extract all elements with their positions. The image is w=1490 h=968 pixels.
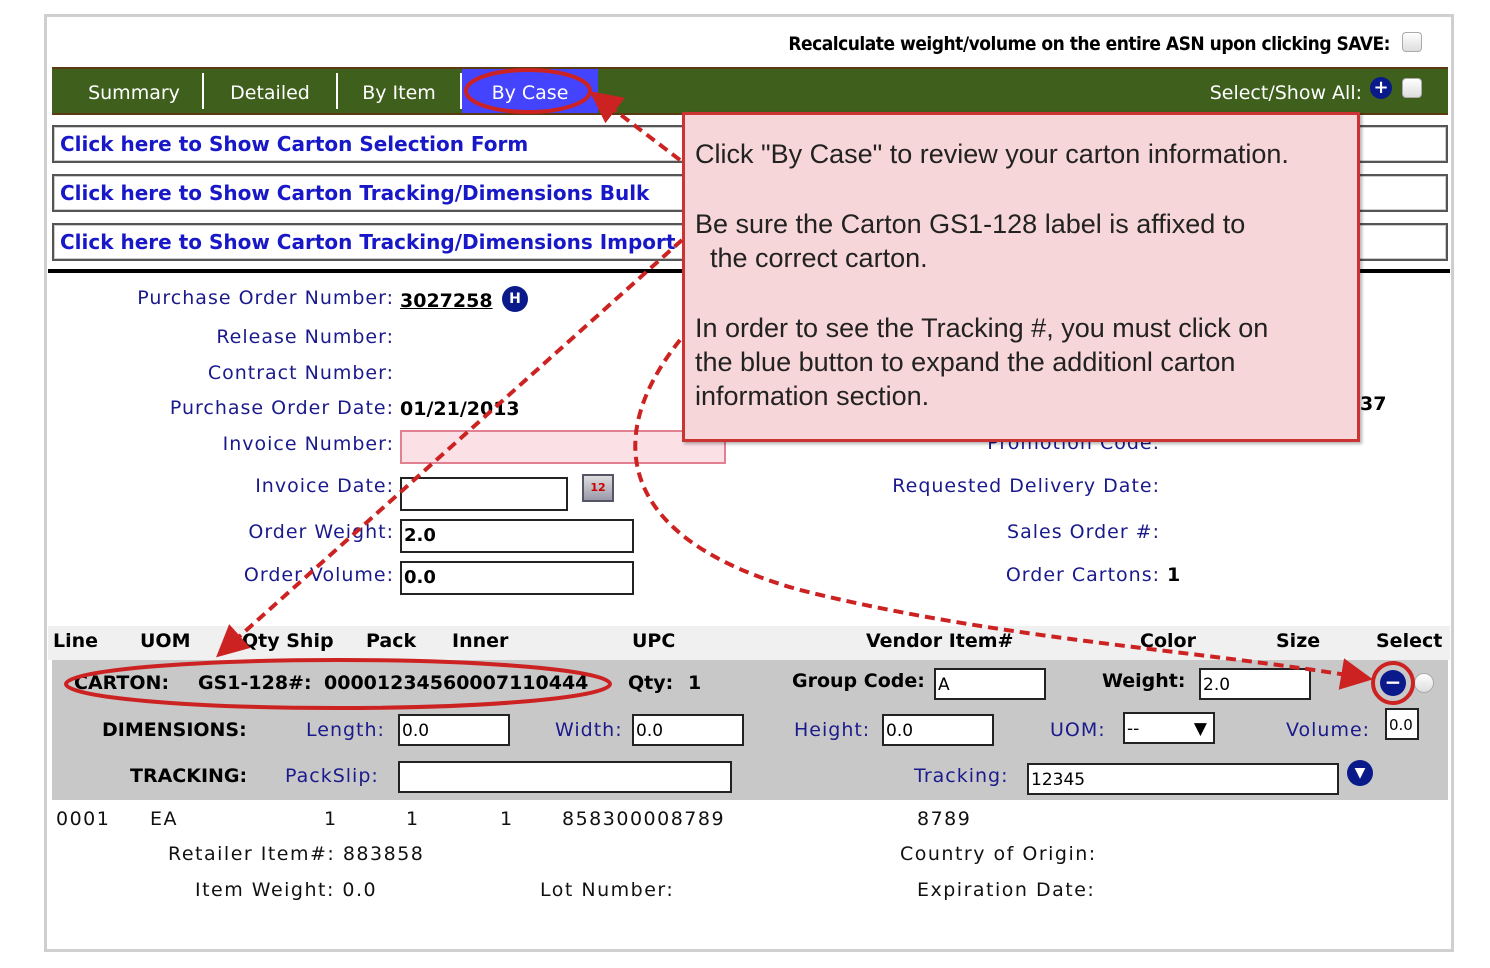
button-highlight: [1371, 661, 1415, 705]
carton-highlight: [64, 658, 612, 710]
by-case-highlight: [464, 68, 592, 114]
arrow-to-carton: [216, 238, 684, 658]
arrow-to-tab: [589, 91, 682, 162]
annotation-overlay: [64, 68, 1415, 710]
arrow-to-button: [633, 338, 1373, 690]
